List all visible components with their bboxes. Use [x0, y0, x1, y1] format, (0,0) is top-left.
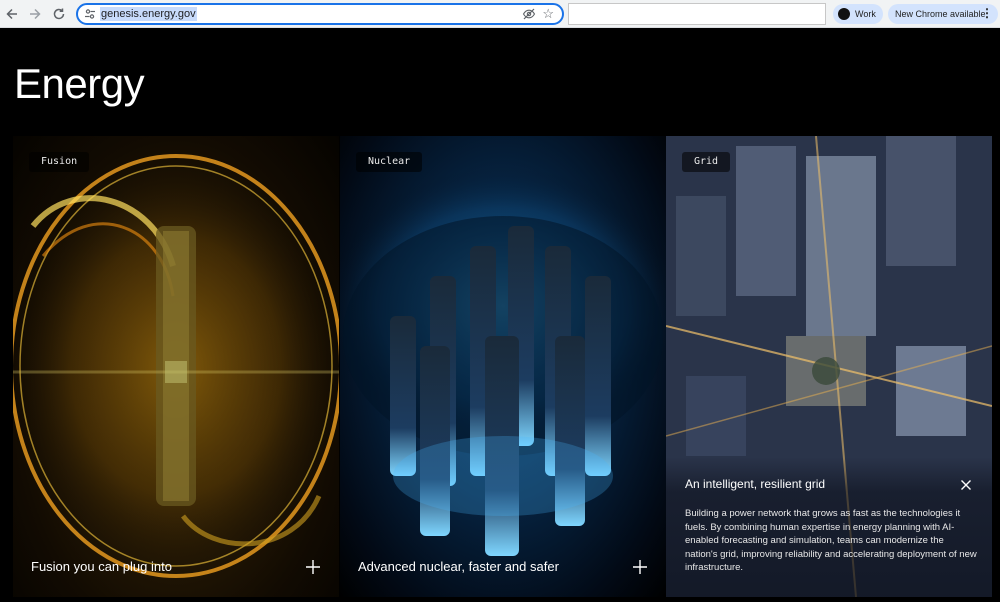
tag-nuclear: Nuclear	[356, 152, 423, 172]
url-text[interactable]: genesis.energy.gov	[100, 7, 197, 21]
bookmark-star-icon[interactable]: ☆	[542, 6, 554, 22]
tag-fusion: Fusion	[29, 152, 90, 172]
update-label: New Chrome available	[895, 9, 986, 19]
avatar	[838, 8, 850, 20]
close-icon[interactable]	[960, 479, 972, 491]
card-grid[interactable]: Grid An intelligent, resilient grid Buil…	[666, 136, 992, 597]
nuclear-image	[340, 166, 666, 556]
grid-heading: An intelligent, resilient grid	[685, 477, 826, 491]
more-options-icon[interactable]: ⋮	[981, 6, 993, 20]
address-bar[interactable]: genesis.energy.gov ☆	[76, 3, 564, 25]
site-settings-icon[interactable]	[84, 8, 96, 20]
browser-toolbar: genesis.energy.gov ☆ Work New Chrome ava…	[0, 0, 1000, 28]
reload-icon[interactable]	[49, 4, 69, 24]
back-icon[interactable]	[2, 4, 22, 24]
card-caption-fusion: Fusion you can plug into	[31, 559, 172, 574]
eye-off-icon[interactable]	[522, 7, 536, 21]
card-caption-nuclear: Advanced nuclear, faster and safer	[358, 559, 559, 574]
toolbar-blank-field[interactable]	[568, 3, 826, 25]
tag-grid: Grid	[682, 152, 731, 172]
expand-plus-icon[interactable]	[632, 559, 648, 575]
grid-description: Building a power network that grows as f…	[685, 508, 977, 574]
expand-plus-icon[interactable]	[305, 559, 321, 575]
profile-button[interactable]: Work	[833, 4, 883, 24]
page-title: Energy	[14, 60, 145, 107]
card-fusion[interactable]: Fusion Fusion you can plug into	[13, 136, 339, 597]
chrome-update-button[interactable]: New Chrome available ⋮	[888, 4, 998, 24]
profile-label: Work	[855, 9, 876, 19]
fusion-image	[13, 151, 339, 581]
card-nuclear[interactable]: Nuclear Advanced nuclear, faster and saf…	[340, 136, 666, 597]
forward-icon[interactable]	[25, 4, 45, 24]
